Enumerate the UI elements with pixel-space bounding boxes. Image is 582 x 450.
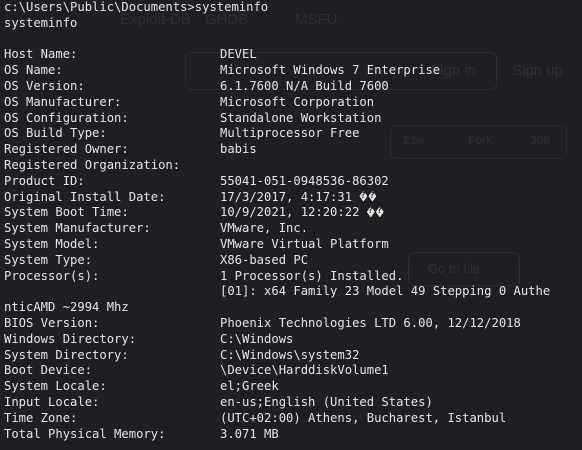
info-value: en-us;English (United States): [220, 394, 433, 409]
info-key: BIOS Version:: [4, 315, 100, 330]
info-key: Host Name:: [4, 47, 78, 62]
info-row-bios-version: BIOS Version: Phoenix Technologies LTD 6…: [4, 316, 582, 332]
info-key: System Model:: [4, 236, 100, 251]
info-row-product-id: Product ID: 55041-051-0948536-86302: [4, 174, 582, 190]
info-key: Time Zone:: [4, 410, 78, 425]
info-key: OS Name:: [4, 63, 63, 78]
info-value: 6.1.7600 N/A Build 7600: [220, 78, 389, 93]
info-row-os-build-type: OS Build Type: Multiprocessor Free: [4, 126, 582, 142]
info-row-total-physical-memory: Total Physical Memory: 3.071 MB: [4, 427, 582, 443]
info-key: OS Manufacturer:: [4, 94, 122, 109]
info-value: 1 Processor(s) Installed.: [220, 268, 404, 283]
info-row-windows-directory: Windows Directory: C:\Windows: [4, 332, 582, 348]
replacement-char-icon: [368, 190, 377, 202]
info-value: Standalone Workstation: [220, 110, 382, 125]
info-value: DEVEL: [220, 47, 257, 62]
replacement-char-icon: [366, 206, 375, 218]
info-key: System Boot Time:: [4, 205, 129, 220]
info-value-wrap: 17/3/2017, 4:17:31: [220, 190, 377, 206]
info-value: Phoenix Technologies LTD 6.00, 12/12/201…: [220, 315, 521, 330]
info-key: System Type:: [4, 252, 93, 267]
info-key: Boot Device:: [4, 363, 93, 378]
info-value: VMware, Inc.: [220, 221, 309, 236]
prompt-line: c:\Users\Public\Documents>systeminfo: [4, 0, 269, 14]
info-value: el;Greek: [220, 379, 279, 394]
info-key: Input Locale:: [4, 394, 100, 409]
info-key: System Manufacturer:: [4, 221, 151, 236]
info-row-time-zone: Time Zone: (UTC+02:00) Athens, Bucharest…: [4, 411, 582, 427]
info-key: Registered Owner:: [4, 142, 129, 157]
info-key: Original Install Date:: [4, 189, 166, 204]
info-row-os-manufacturer: OS Manufacturer: Microsoft Corporation: [4, 95, 582, 111]
info-value: \Device\HarddiskVolume1: [220, 363, 389, 378]
command-echo: systeminfo: [4, 15, 78, 30]
info-row-os-version: OS Version: 6.1.7600 N/A Build 7600: [4, 79, 582, 95]
info-row-system-type: System Type: X86-based PC: [4, 253, 582, 269]
info-value: 3.071 MB: [220, 426, 279, 441]
info-key: OS Version:: [4, 78, 85, 93]
replacement-char-icon: [375, 206, 384, 218]
info-row-processor-detail: [01]: x64 Family 23 Model 49 Stepping 0 …: [4, 284, 582, 300]
info-value: (UTC+02:00) Athens, Bucharest, Istanbul: [220, 410, 507, 425]
info-value: X86-based PC: [220, 252, 309, 267]
replacement-char-icon: [359, 190, 368, 202]
info-value: 10/9/2021, 12:20:22: [220, 205, 367, 220]
terminal-output: c:\Users\Public\Documents>systeminfo sys…: [4, 0, 582, 442]
info-value: babis: [220, 142, 257, 157]
info-value: C:\Windows\system32: [220, 347, 360, 362]
info-key: Windows Directory:: [4, 331, 137, 346]
info-row-os-configuration: OS Configuration: Standalone Workstation: [4, 111, 582, 127]
processor-wrap-line: nticAMD ~2994 Mhz: [4, 300, 129, 315]
info-row-system-manufacturer: System Manufacturer: VMware, Inc.: [4, 221, 582, 237]
info-row-host-name: Host Name: DEVEL: [4, 47, 582, 63]
info-value: VMware Virtual Platform: [220, 236, 389, 251]
info-row-system-boot-time: System Boot Time: 10/9/2021, 12:20:22: [4, 205, 582, 221]
info-key: OS Build Type:: [4, 126, 107, 141]
info-value: [01]: x64 Family 23 Model 49 Stepping 0 …: [220, 284, 551, 299]
info-row-registered-owner: Registered Owner: babis: [4, 142, 582, 158]
info-key: System Directory:: [4, 347, 129, 362]
info-row-os-name: OS Name: Microsoft Windows 7 Enterprise: [4, 63, 582, 79]
info-value: Microsoft Corporation: [220, 94, 375, 109]
info-row-processors: Processor(s): 1 Processor(s) Installed.: [4, 269, 582, 285]
info-row-system-model: System Model: VMware Virtual Platform: [4, 237, 582, 253]
info-row-original-install-date: Original Install Date: 17/3/2017, 4:17:3…: [4, 190, 582, 206]
info-row-input-locale: Input Locale: en-us;English (United Stat…: [4, 395, 582, 411]
terminal-window[interactable]: Exploit-DB GHDB MSFU Sign in Sign up 1.5…: [0, 0, 582, 450]
info-value: 55041-051-0948536-86302: [220, 173, 389, 188]
info-value-wrap: 10/9/2021, 12:20:22: [220, 205, 385, 221]
info-row-system-locale: System Locale: el;Greek: [4, 379, 582, 395]
info-value: 17/3/2017, 4:17:31: [220, 189, 360, 204]
info-key: OS Configuration:: [4, 110, 129, 125]
info-row-system-directory: System Directory: C:\Windows\system32: [4, 348, 582, 364]
info-value: C:\Windows: [220, 331, 294, 346]
info-row-registered-organization: Registered Organization:: [4, 158, 582, 174]
info-key: Total Physical Memory:: [4, 426, 166, 441]
info-value: Multiprocessor Free: [220, 126, 360, 141]
info-key: System Locale:: [4, 379, 107, 394]
info-key: Product ID:: [4, 173, 85, 188]
info-key: Processor(s):: [4, 268, 100, 283]
info-row-boot-device: Boot Device: \Device\HarddiskVolume1: [4, 363, 582, 379]
info-key: Registered Organization:: [4, 157, 181, 172]
info-value: Microsoft Windows 7 Enterprise: [220, 63, 441, 78]
